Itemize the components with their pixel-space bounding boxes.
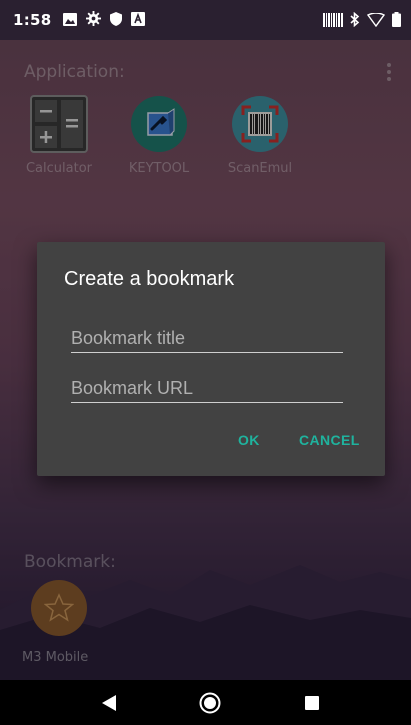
recents-icon[interactable] — [301, 692, 323, 714]
image-icon — [62, 11, 77, 30]
status-time: 1:58 — [13, 11, 52, 29]
status-notification-icons — [62, 10, 145, 30]
cancel-button[interactable]: CANCEL — [293, 428, 366, 452]
back-icon[interactable] — [98, 692, 120, 714]
barcode-icon — [323, 12, 343, 31]
bluetooth-icon — [350, 11, 360, 31]
a-box-icon — [130, 11, 145, 30]
battery-icon — [392, 12, 401, 31]
screen: 1:58 Application: Calculator KEYTOOL Sca… — [0, 0, 411, 725]
settings-icon — [85, 10, 101, 30]
wifi-icon — [366, 12, 386, 31]
bookmark-title-input[interactable] — [71, 324, 343, 353]
shield-icon — [109, 11, 122, 30]
bookmark-url-input[interactable] — [71, 374, 343, 403]
create-bookmark-dialog: Create a bookmark OK CANCEL — [37, 242, 385, 476]
dialog-title: Create a bookmark — [64, 268, 235, 290]
status-bar: 1:58 — [0, 0, 411, 40]
navigation-bar — [0, 680, 411, 725]
home-icon[interactable] — [199, 692, 221, 714]
ok-button[interactable]: OK — [232, 428, 266, 452]
status-system-icons — [323, 11, 401, 31]
